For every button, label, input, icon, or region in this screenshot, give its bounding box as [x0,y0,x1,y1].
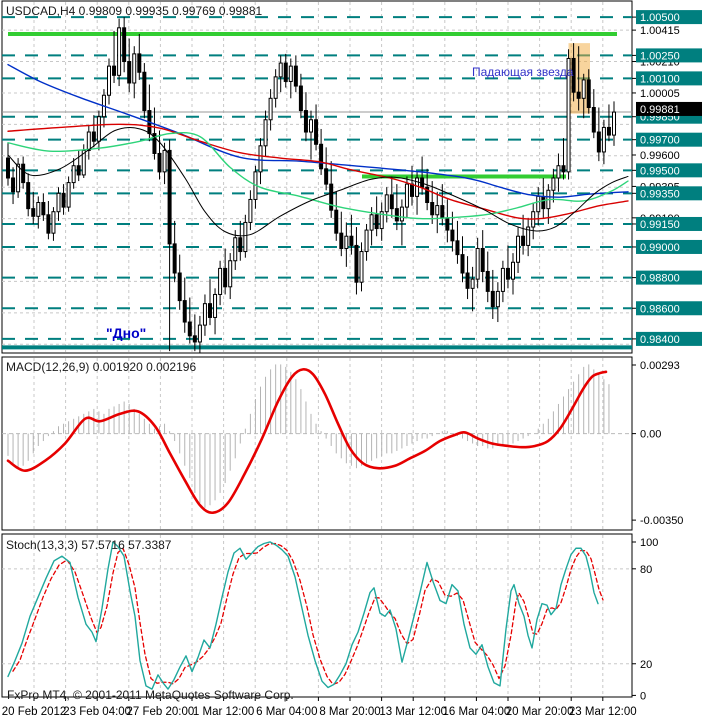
svg-text:0.98400: 0.98400 [640,334,680,346]
svg-text:0.00293: 0.00293 [640,360,680,372]
svg-text:0.99700: 0.99700 [640,135,680,147]
svg-text:13 Mar 12:00: 13 Mar 12:00 [379,706,447,718]
indicator-axes: 0.00293 0.00 -0.00350 100 80 20 0 [632,360,683,702]
svg-text:0.99500: 0.99500 [640,165,680,177]
svg-text:16 Mar 04:00: 16 Mar 04:00 [443,706,511,718]
svg-text:8 Mar 20:00: 8 Mar 20:00 [319,706,380,718]
svg-text:1.00415: 1.00415 [640,25,680,37]
svg-text:20: 20 [640,659,652,671]
svg-text:0.99000: 0.99000 [640,242,680,254]
annotation-shooting-star: Падающая звезда [472,65,574,79]
svg-text:23 Feb 04:00: 23 Feb 04:00 [63,706,131,718]
svg-text:0.99600: 0.99600 [640,150,680,162]
svg-text:0.99881: 0.99881 [640,104,680,116]
svg-text:-0.00350: -0.00350 [640,515,683,527]
stoch-indicator-label: Stoch(13,3,3) 57.5716 57.3387 [6,538,172,552]
svg-text:27 Feb 20:00: 27 Feb 20:00 [127,706,195,718]
svg-text:100: 100 [640,537,658,549]
svg-text:1.00250: 1.00250 [640,50,680,62]
macd-indicator-label: MACD(12,26,9) 0.001920 0.002196 [6,360,197,374]
mt4-chart-window: 1.004151.002101.000050.996000.993950.991… [0,0,712,724]
svg-text:0: 0 [640,690,646,702]
svg-text:0.98800: 0.98800 [640,273,680,285]
svg-text:0.98600: 0.98600 [640,303,680,315]
svg-text:1.00005: 1.00005 [640,88,680,100]
svg-text:1.00100: 1.00100 [640,73,680,85]
svg-text:0.99150: 0.99150 [640,219,680,231]
svg-text:0.00: 0.00 [640,429,661,441]
svg-text:23 Mar 12:00: 23 Mar 12:00 [569,706,637,718]
svg-text:80: 80 [640,564,652,576]
price-axis: 1.004151.002101.000050.996000.993950.991… [632,10,702,346]
svg-text:20 Feb 2012: 20 Feb 2012 [2,706,67,718]
svg-text:6 Mar 04:00: 6 Mar 04:00 [256,706,317,718]
svg-text:20 Mar 20:00: 20 Mar 20:00 [506,706,574,718]
branding-footer: FxPro MT4, © 2001-2011 MetaQuotes Softwa… [7,688,294,702]
svg-text:0.99350: 0.99350 [640,188,680,200]
svg-text:1 Mar 12:00: 1 Mar 12:00 [193,706,254,718]
annotation-bottom: "Дно" [106,325,147,341]
svg-text:1.00500: 1.00500 [640,12,680,24]
chart-ohlc-title: USDCAD,H4 0.99809 0.99935 0.99769 0.9988… [6,4,263,18]
